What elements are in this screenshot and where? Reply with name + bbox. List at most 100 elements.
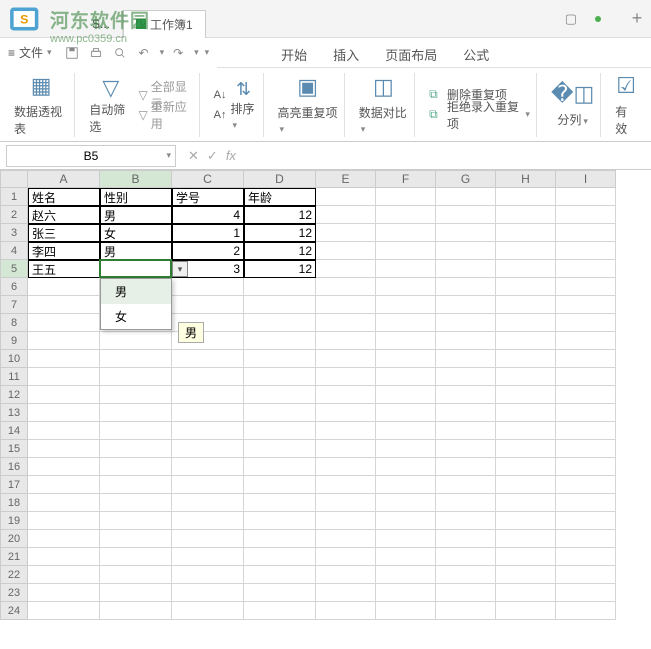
cell[interactable] (436, 602, 496, 620)
cell[interactable] (556, 530, 616, 548)
cell[interactable]: 1 (172, 224, 244, 242)
row-header[interactable]: 23 (0, 584, 28, 602)
cell[interactable] (244, 296, 316, 314)
valid-button[interactable]: ☑ 有效 (609, 73, 643, 137)
cell[interactable]: 王五 (28, 260, 100, 278)
cell[interactable] (496, 224, 556, 242)
cell[interactable] (496, 566, 556, 584)
cell[interactable] (376, 332, 436, 350)
cell[interactable] (436, 458, 496, 476)
col-header-F[interactable]: F (376, 170, 436, 188)
cell[interactable] (244, 602, 316, 620)
cell[interactable] (28, 278, 100, 296)
cell[interactable] (100, 548, 172, 566)
cell[interactable] (376, 188, 436, 206)
add-tab-button[interactable]: + (623, 8, 651, 29)
cell[interactable] (436, 242, 496, 260)
cell[interactable] (172, 458, 244, 476)
cell[interactable] (316, 260, 376, 278)
cell[interactable] (556, 584, 616, 602)
undo-icon[interactable]: ↶ (134, 43, 154, 63)
cell[interactable] (496, 314, 556, 332)
tab-start[interactable]: 开始 (277, 41, 311, 68)
row-header[interactable]: 15 (0, 440, 28, 458)
cell[interactable] (28, 530, 100, 548)
cell[interactable] (496, 206, 556, 224)
cell[interactable] (316, 512, 376, 530)
cell[interactable] (316, 224, 376, 242)
cell[interactable]: 男 (100, 242, 172, 260)
cell[interactable]: 4 (172, 206, 244, 224)
cell[interactable] (100, 512, 172, 530)
cell[interactable] (100, 332, 172, 350)
cancel-icon[interactable]: ✕ (188, 148, 199, 164)
validation-dropdown-button[interactable]: ▾ (172, 261, 188, 277)
cell[interactable] (376, 512, 436, 530)
sort-desc-button[interactable]: A↑ (214, 106, 227, 124)
cell[interactable] (316, 368, 376, 386)
cell[interactable] (556, 494, 616, 512)
cell[interactable] (316, 584, 376, 602)
cell[interactable] (100, 566, 172, 584)
cell[interactable] (376, 206, 436, 224)
row-header[interactable]: 3 (0, 224, 28, 242)
row-header[interactable]: 22 (0, 566, 28, 584)
cell[interactable] (436, 512, 496, 530)
select-all-corner[interactable] (0, 170, 28, 188)
cell[interactable] (100, 494, 172, 512)
cell[interactable] (496, 332, 556, 350)
cell[interactable] (100, 602, 172, 620)
cell[interactable] (172, 512, 244, 530)
cell[interactable]: 12 (244, 206, 316, 224)
row-header[interactable]: 11 (0, 368, 28, 386)
cell[interactable] (244, 350, 316, 368)
cell[interactable] (376, 260, 436, 278)
cell[interactable]: 姓名 (28, 188, 100, 206)
file-menu[interactable]: 文件▾ (19, 44, 52, 61)
cell[interactable] (376, 242, 436, 260)
cell[interactable] (556, 278, 616, 296)
cell[interactable] (172, 422, 244, 440)
sort-asc-button[interactable]: A↓ (214, 86, 227, 104)
cell[interactable] (316, 332, 376, 350)
row-header[interactable]: 12 (0, 386, 28, 404)
cell[interactable] (100, 440, 172, 458)
cell[interactable] (496, 602, 556, 620)
col-header-G[interactable]: G (436, 170, 496, 188)
dropdown-option-male[interactable]: 男 (101, 279, 171, 304)
cell[interactable] (436, 548, 496, 566)
cell[interactable] (244, 512, 316, 530)
row-header[interactable]: 1 (0, 188, 28, 206)
cell[interactable] (28, 548, 100, 566)
cell[interactable] (556, 314, 616, 332)
cell[interactable] (556, 224, 616, 242)
cell[interactable] (436, 530, 496, 548)
menu-icon[interactable]: ≡ (8, 46, 15, 60)
reject-dup-button[interactable]: ⧉ 拒绝录入重复项▾ (429, 106, 530, 124)
cell[interactable] (436, 476, 496, 494)
cell[interactable] (376, 530, 436, 548)
cell[interactable] (376, 314, 436, 332)
cell[interactable] (28, 584, 100, 602)
row-header[interactable]: 20 (0, 530, 28, 548)
row-header[interactable]: 2 (0, 206, 28, 224)
cell[interactable] (496, 278, 556, 296)
row-header[interactable]: 24 (0, 602, 28, 620)
row-header[interactable]: 18 (0, 494, 28, 512)
cell[interactable] (100, 422, 172, 440)
cell[interactable] (244, 548, 316, 566)
cell[interactable] (376, 584, 436, 602)
cell[interactable] (28, 476, 100, 494)
cell[interactable] (316, 548, 376, 566)
cell[interactable] (244, 494, 316, 512)
cell[interactable] (28, 494, 100, 512)
cell[interactable] (28, 386, 100, 404)
reapply-button[interactable]: ▽重新应用 (138, 106, 192, 124)
cell[interactable] (28, 422, 100, 440)
cell[interactable] (556, 440, 616, 458)
col-header-A[interactable]: A (28, 170, 100, 188)
name-box[interactable]: B5▾ (6, 145, 176, 167)
cell[interactable]: 张三 (28, 224, 100, 242)
cell[interactable] (436, 206, 496, 224)
cell[interactable] (172, 350, 244, 368)
